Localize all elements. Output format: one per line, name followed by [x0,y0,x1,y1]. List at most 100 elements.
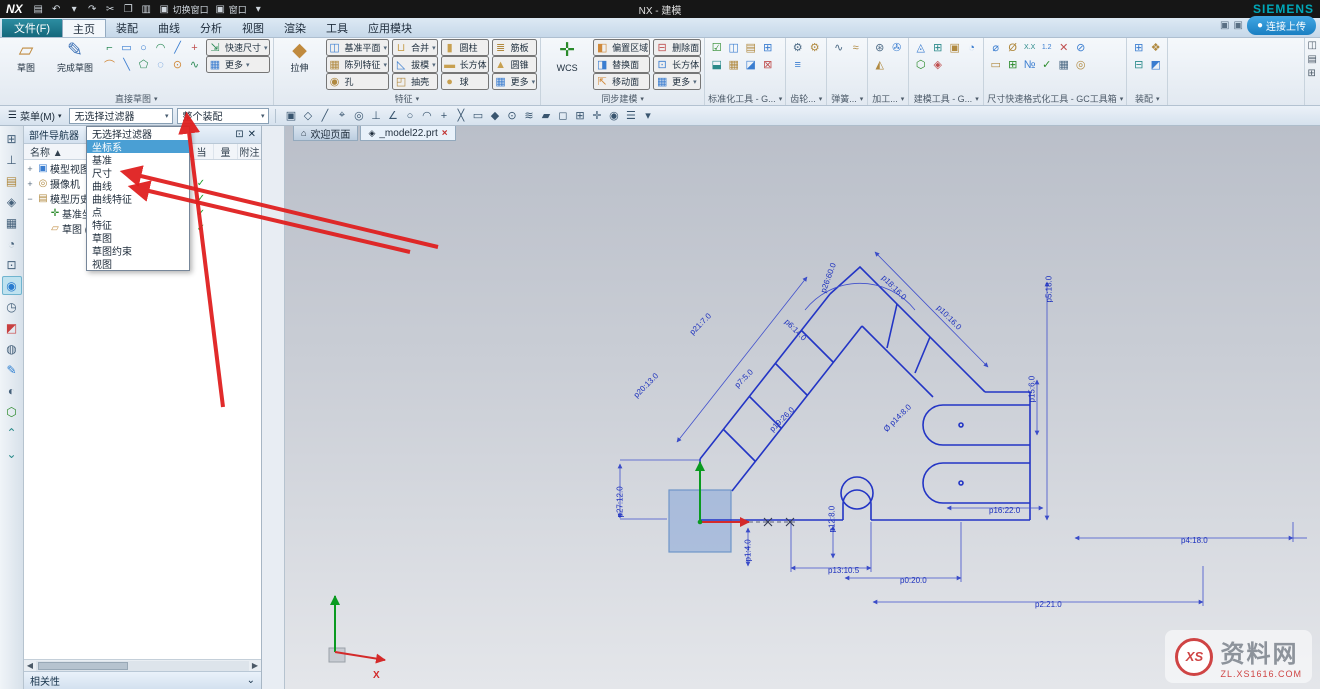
dim-format-7-icon[interactable]: ▭ [987,56,1004,73]
save-icon[interactable]: ▤ [32,3,45,16]
nav-pin-icon[interactable]: ⊡ [235,129,243,140]
machining-icon[interactable]: ⊛ [871,39,888,56]
minimize-ribbon-icon[interactable]: ▣ [1220,20,1229,31]
gear-pair-icon[interactable]: ⚙ [806,39,823,56]
line-icon[interactable]: ╱ [169,39,186,56]
tree-expander-icon[interactable]: + [24,179,36,189]
collapse-down-icon[interactable]: ⌄ [2,444,22,463]
shaded-icon[interactable]: ◆ [486,109,503,122]
undo-icon[interactable]: ↶ [50,3,63,16]
studio-spline-icon[interactable]: ∿ [186,56,203,73]
dim-format-8-icon[interactable]: ⊞ [1004,56,1021,73]
linear-dim-button[interactable]: ⊡长方体 [653,56,701,73]
dim-format-4-icon[interactable]: 1.2 [1038,39,1055,56]
scroll-thumb[interactable] [38,662,128,670]
rack-icon[interactable]: ≡ [789,56,806,73]
ribbon-group-label[interactable]: 弹簧...▾ [830,92,864,105]
modeling-tool-4-icon[interactable]: ◔ [963,39,980,56]
redo-icon[interactable]: ↷ [86,3,99,16]
close-icon[interactable]: × [442,128,448,139]
ribbon-group-label[interactable]: 齿轮...▾ [789,92,823,105]
navigator-column-2[interactable]: 量 [213,144,237,159]
select-edge-icon[interactable]: ╱ [316,109,333,122]
ribbon-group-label[interactable]: 特征▾ [277,92,538,105]
datum-plane-button[interactable]: ◫基准平面▾ [326,39,390,56]
pattern-feature-button[interactable]: ▦陈列特征▾ [326,56,390,73]
window-dropdown-icon[interactable]: ▾ [252,3,265,16]
clock-icon[interactable]: ◷ [2,297,22,316]
component-icon[interactable]: ❖ [1147,39,1164,56]
tree-expander-icon[interactable]: − [24,194,36,204]
more-feature-button[interactable]: ▦更多▾ [492,73,538,90]
modeling-tool-3-icon[interactable]: ▣ [946,39,963,56]
profile-icon[interactable]: ⌐ [101,39,118,56]
scene-icon[interactable]: ⬡ [2,402,22,421]
select-solid-icon[interactable]: ▣ [282,109,299,122]
arc-icon[interactable]: ◠ [152,39,169,56]
dim-format-12-icon[interactable]: ◎ [1072,56,1089,73]
collapse-up-icon[interactable]: ⌃ [2,423,22,442]
ribbon-tab-分析[interactable]: 分析 [190,19,232,37]
ellipse-icon[interactable]: ◌ [152,56,169,73]
wcs-button[interactable]: ✛WCS [544,39,590,73]
tree-check-icon[interactable]: ✓ [189,223,213,234]
replace-face-button[interactable]: ◨替换面 [593,56,650,73]
scroll-track[interactable] [36,661,249,671]
history-icon[interactable]: ◔ [2,234,22,253]
polygon-icon[interactable]: ⬠ [135,56,152,73]
window-select-icon[interactable]: ⊞ [571,109,588,122]
gear-icon[interactable]: ⚙ [789,39,806,56]
dim-format-2-icon[interactable]: Ø [1004,39,1021,56]
ribbon-overflow-3-icon[interactable]: ⊞ [1308,68,1317,79]
nav-close-icon[interactable]: ✕ [248,129,256,140]
ribbon-group-label[interactable]: 同步建模▾ [544,92,701,105]
cut-icon[interactable]: ✂ [104,3,117,16]
modeling-tool-2-icon[interactable]: ⊞ [929,39,946,56]
curve-rule-icon[interactable]: ≋ [520,109,537,122]
ribbon-tab-工具[interactable]: 工具 [316,19,358,37]
connect-upload-button[interactable]: ● 连接上传 [1247,16,1316,35]
rapid-dimension-button[interactable]: ⇲快速尺寸▾ [206,39,270,56]
modeling-tool-1-icon[interactable]: ◬ [912,39,929,56]
highlight-icon[interactable]: ◉ [605,109,622,122]
sketch-profile[interactable] [700,267,1030,520]
ribbon-group-label[interactable]: 建模工具 - G...▾ [912,92,980,105]
ribbon-tab-装配[interactable]: 装配 [106,19,148,37]
ribbon-overflow-2-icon[interactable]: ▤ [1308,54,1317,65]
ribbon-tab-应用模块[interactable]: 应用模块 [358,19,422,37]
check-tool-icon[interactable]: ☑ [708,39,725,56]
rib-button[interactable]: ≣筋板 [492,39,538,56]
dim-format-11-icon[interactable]: ▦ [1055,56,1072,73]
offset-region-button[interactable]: ◧偏置区域 [593,39,650,56]
unite-button[interactable]: ⊔合并▾ [392,39,438,56]
constraint-navigator-icon[interactable]: ⊥ [2,150,22,169]
cylinder-button[interactable]: ▮圆柱 [441,39,489,56]
select-face-icon[interactable]: ◇ [299,109,316,122]
fillet-icon[interactable]: ⌒ [101,56,118,73]
modeling-tool-6-icon[interactable]: ◈ [929,56,946,73]
dim-format-9-icon[interactable]: № [1021,56,1038,73]
export-tool-icon[interactable]: ⊠ [759,56,776,73]
face-rule-icon[interactable]: ▰ [537,109,554,122]
rectangle-icon[interactable]: ▭ [118,39,135,56]
dim-format-5-icon[interactable]: ✕ [1055,39,1072,56]
materials-icon[interactable]: ◍ [2,339,22,358]
reuse-library-icon[interactable]: ◈ [2,192,22,211]
layer-tool-icon[interactable]: ⬓ [708,56,725,73]
snap-intersection-icon[interactable]: ∠ [384,109,401,122]
shell-button[interactable]: ◰抽壳 [392,73,438,90]
dim-format-6-icon[interactable]: ⊘ [1072,39,1089,56]
ribbon-tab-曲线[interactable]: 曲线 [148,19,190,37]
more-sync-button[interactable]: ▦更多▾ [653,73,701,90]
ribbon-group-label[interactable]: 尺寸快速格式化工具 - GC工具箱▾ [987,92,1123,105]
scroll-right-icon[interactable]: ▶ [249,661,261,670]
snap-existing-point-icon[interactable]: + [435,110,452,122]
ribbon-group-label[interactable]: 直接草图▾ [3,92,270,105]
scroll-left-icon[interactable]: ◀ [24,661,36,670]
process-icon[interactable]: ⊡ [2,255,22,274]
dim-format-3-icon[interactable]: X.X [1021,39,1038,56]
palette-icon[interactable]: ◩ [2,318,22,337]
ribbon-tab-渲染[interactable]: 渲染 [274,19,316,37]
point-on-curve-icon[interactable]: ⊙ [503,109,520,122]
tree-check-icon[interactable]: ✓ [189,208,213,219]
